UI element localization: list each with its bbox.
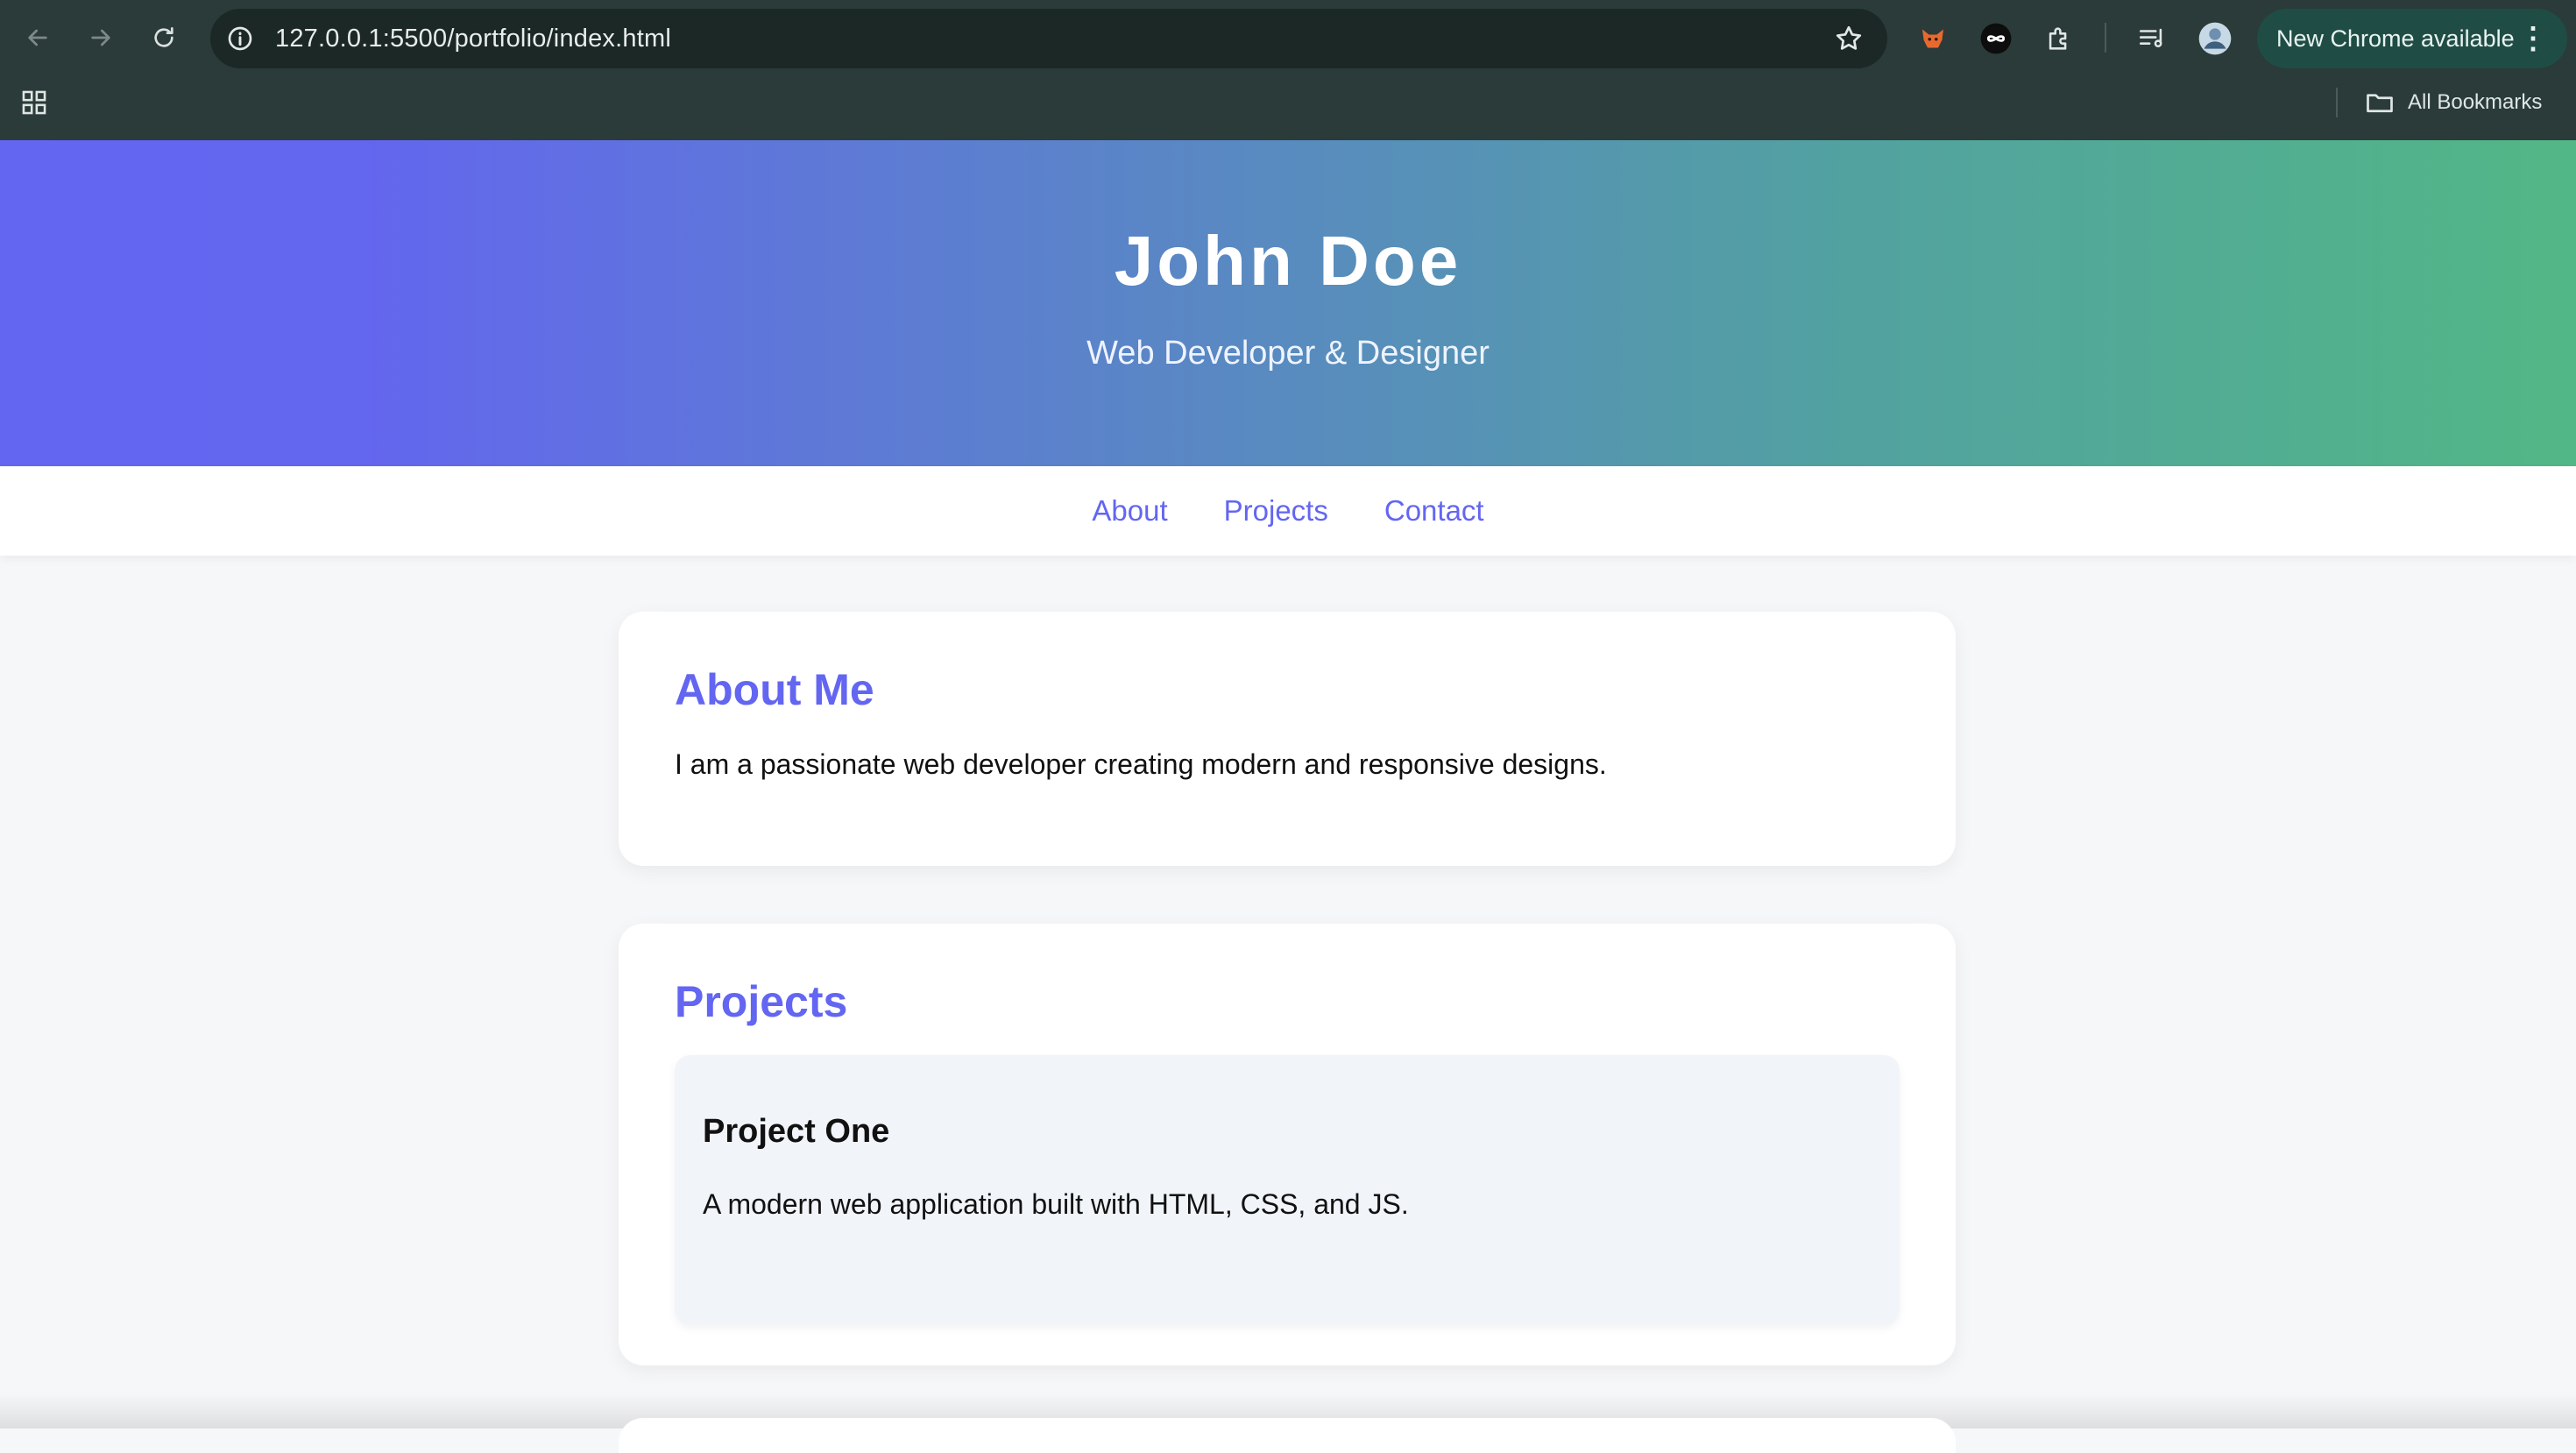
- contact-section-peek: [619, 1418, 1956, 1453]
- nav-link-projects[interactable]: Projects: [1224, 494, 1328, 528]
- bookmark-star-icon[interactable]: [1833, 23, 1865, 54]
- project-card: Project One A modern web application bui…: [675, 1055, 1900, 1325]
- about-section: About Me I am a passionate web developer…: [619, 612, 1956, 866]
- new-chrome-available-button[interactable]: New Chrome available ⋮: [2257, 9, 2567, 68]
- apps-grid-icon[interactable]: [19, 88, 49, 117]
- folder-icon: [2367, 94, 2393, 113]
- hero-title: John Doe: [1114, 222, 1462, 300]
- back-button[interactable]: [18, 18, 58, 58]
- project-title: Project One: [703, 1113, 890, 1150]
- projects-heading: Projects: [675, 977, 848, 1026]
- more-menu-icon[interactable]: ⋮: [2518, 9, 2548, 68]
- projects-section: Projects Project One A modern web applic…: [619, 924, 1956, 1365]
- hero-header: John Doe Web Developer & Designer: [0, 140, 2576, 466]
- all-bookmarks-button[interactable]: All Bookmarks: [2364, 84, 2542, 121]
- nav-link-about[interactable]: About: [1092, 494, 1167, 528]
- about-text: I am a passionate web developer creating…: [675, 748, 1607, 780]
- bookmarks-separator: [2336, 88, 2338, 117]
- site-info-icon[interactable]: [223, 21, 258, 56]
- browser-chrome: 127.0.0.1:5500/portfolio/index.html New …: [0, 0, 2576, 140]
- update-label: New Chrome available: [2276, 25, 2515, 52]
- profile-avatar[interactable]: [2196, 19, 2234, 58]
- about-heading: About Me: [675, 665, 874, 714]
- extensions-puzzle-icon[interactable]: [2040, 19, 2078, 58]
- forward-icon: [91, 29, 110, 46]
- extension-infinity-icon[interactable]: [1977, 19, 2015, 58]
- toolbar-separator: [2105, 23, 2106, 53]
- reload-icon: [154, 27, 173, 47]
- bookmarks-bar: [0, 77, 2576, 140]
- forward-button[interactable]: [81, 18, 121, 58]
- url-text[interactable]: 127.0.0.1:5500/portfolio/index.html: [275, 9, 671, 68]
- all-bookmarks-label: All Bookmarks: [2408, 90, 2543, 114]
- reading-list-icon[interactable]: [2133, 19, 2171, 58]
- site-nav: About Projects Contact: [0, 466, 2576, 556]
- browser-toolbar: 127.0.0.1:5500/portfolio/index.html New …: [0, 0, 2576, 77]
- hero-subtitle: Web Developer & Designer: [1086, 335, 1490, 372]
- reload-button[interactable]: [144, 18, 184, 58]
- nav-link-contact[interactable]: Contact: [1384, 494, 1484, 528]
- address-bar[interactable]: 127.0.0.1:5500/portfolio/index.html: [210, 9, 1887, 68]
- extension-fox-icon[interactable]: [1914, 19, 1952, 58]
- project-description: A modern web application built with HTML…: [703, 1188, 1409, 1220]
- back-icon: [28, 29, 47, 46]
